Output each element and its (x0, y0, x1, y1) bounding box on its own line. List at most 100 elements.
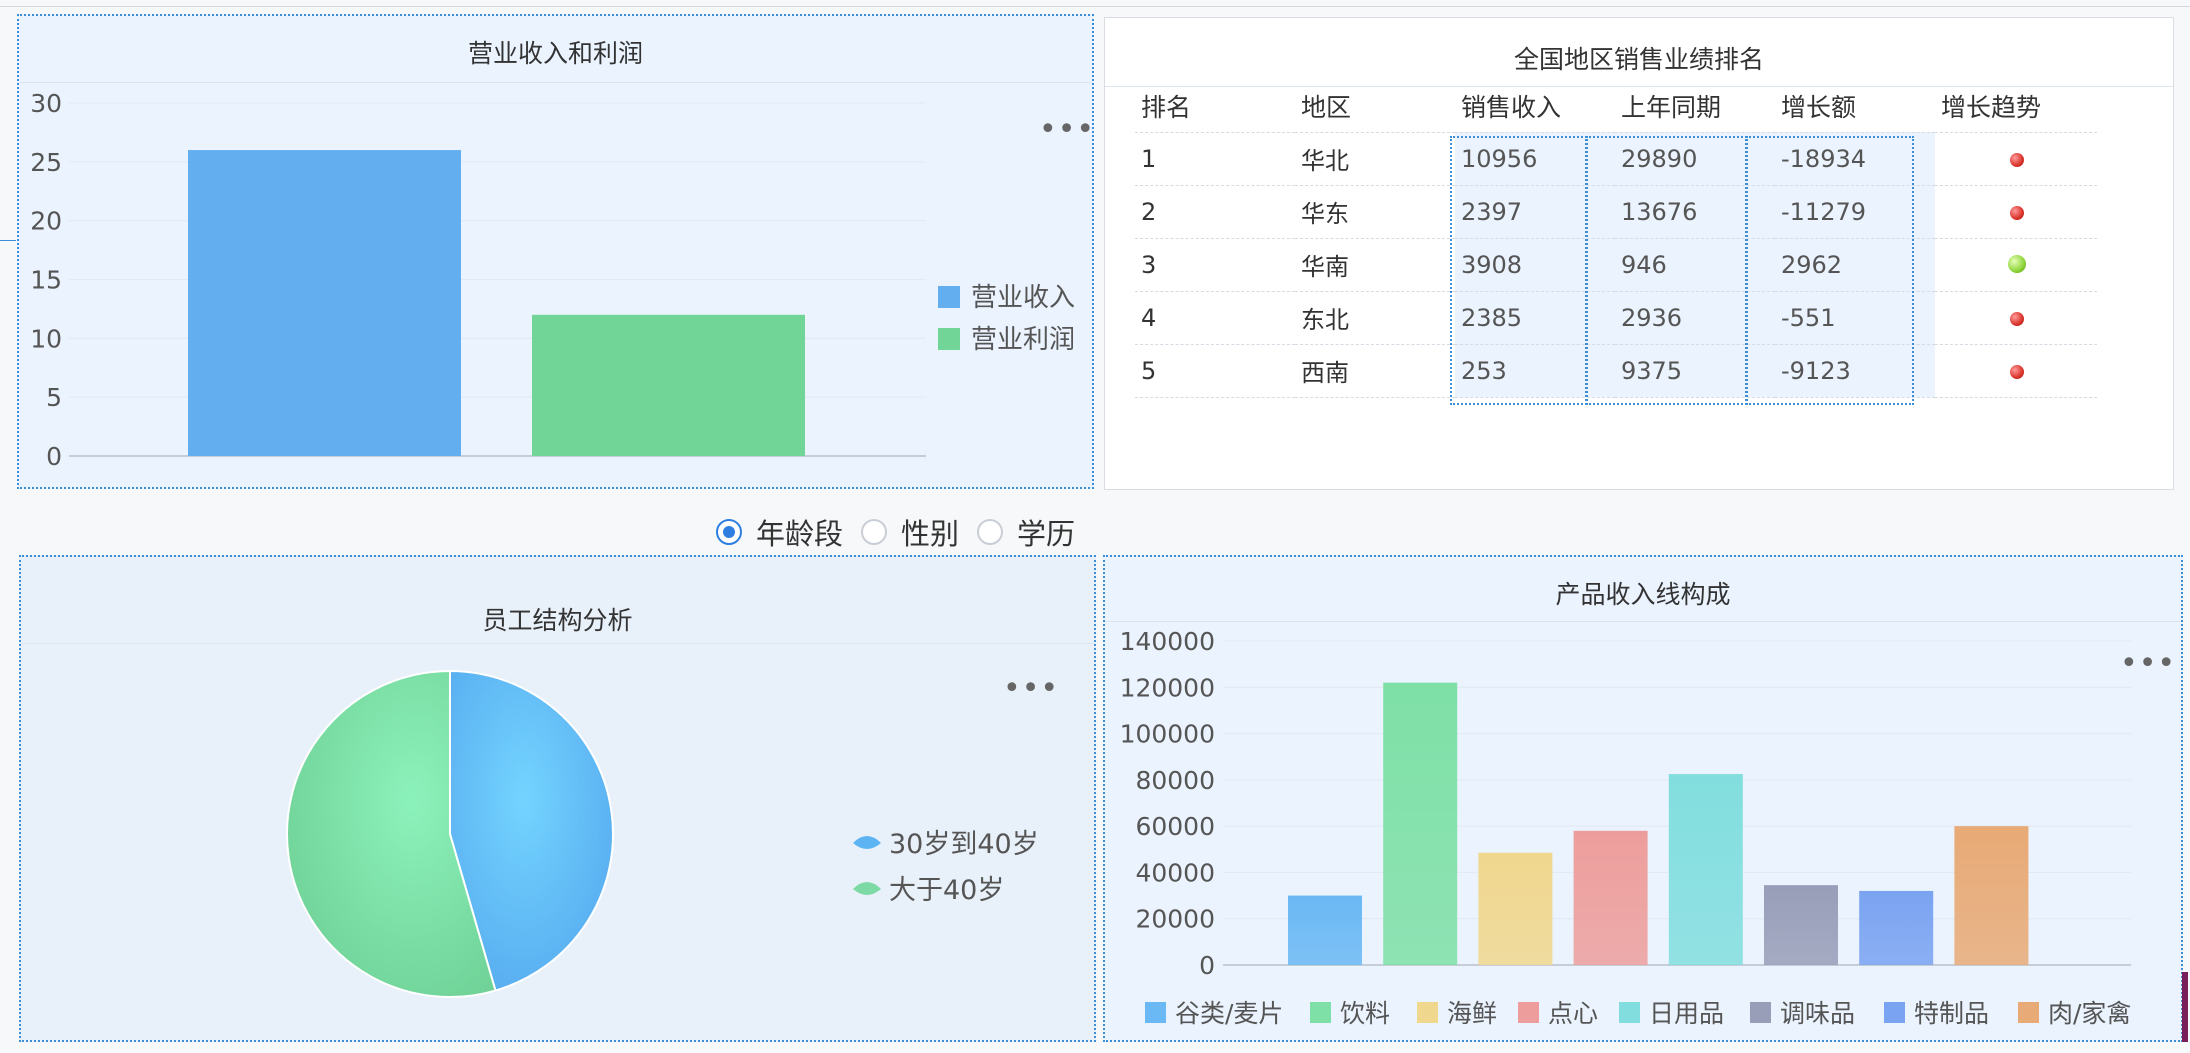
radio-age-label: 年龄段 (756, 517, 844, 551)
cell-region: 东北 (1295, 291, 1455, 345)
cell-sales: 10956 (1455, 132, 1615, 186)
legend-label: 特制品 (1914, 999, 1989, 1028)
top-divider (0, 6, 2190, 7)
legend-label: 营业收入 (971, 283, 1075, 313)
legend-label: 肉/家禽 (2048, 999, 2131, 1028)
y-tick-label: 100000 (1120, 720, 1215, 749)
radio-gender[interactable]: 性别 (861, 511, 959, 553)
y-tick-label: 15 (30, 266, 62, 295)
table-row[interactable]: 2 华东 2397 13676 -11279 (1135, 185, 2097, 239)
cell-trend (1935, 132, 2097, 186)
trend-down-icon (2010, 152, 2024, 167)
y-tick-label: 30 (30, 89, 62, 118)
y-tick-label: 5 (46, 383, 62, 412)
staff-structure-panel[interactable]: 员工结构分析 ••• 30岁到40岁 大于40岁 (19, 555, 1096, 1042)
legend-swatch (853, 836, 881, 849)
y-tick-label: 25 (30, 148, 62, 177)
staff-dimension-radio-group: 年龄段 性别 学历 (716, 511, 1093, 553)
y-tick-label: 60000 (1135, 812, 1215, 841)
legend-label: 谷类/麦片 (1175, 999, 1283, 1028)
y-tick-label: 80000 (1135, 766, 1215, 795)
y-tick-label: 140000 (1120, 627, 1215, 656)
cell-growth: 2962 (1775, 238, 1935, 292)
legend-swatch (938, 286, 960, 308)
bar-1 (532, 314, 805, 456)
radio-education-label: 学历 (1017, 517, 1076, 551)
cell-rank: 3 (1135, 238, 1295, 292)
legend-swatch (1750, 1002, 1771, 1023)
trend-up-icon (2008, 254, 2026, 273)
cell-last-year: 9375 (1615, 344, 1775, 398)
table-row[interactable]: 4 东北 2385 2936 -551 (1135, 291, 2097, 345)
trend-down-icon (2010, 364, 2024, 379)
cell-trend (1935, 291, 2097, 345)
legend-label: 日用品 (1649, 999, 1724, 1028)
product-revenue-panel[interactable]: 产品收入线构成 ••• 0 20000 40000 60000 80000 100000 1… (1103, 555, 2183, 1042)
bar-6 (1859, 890, 1934, 965)
bar-4 (1668, 774, 1743, 965)
legend-swatch (2018, 1002, 2039, 1023)
header-growth[interactable]: 增长额 (1775, 80, 1935, 133)
radio-education[interactable]: 学历 (977, 511, 1075, 553)
legend-label: 营业利润 (971, 325, 1075, 355)
header-trend[interactable]: 增长趋势 (1935, 80, 2097, 133)
y-tick-label: 0 (46, 442, 62, 471)
cell-last-year: 946 (1615, 238, 1775, 292)
radio-checked-icon[interactable] (716, 519, 742, 545)
cell-growth: -9123 (1775, 344, 1935, 398)
side-marker (0, 240, 16, 241)
cell-region: 华东 (1295, 185, 1455, 239)
cell-growth: -11279 (1775, 185, 1935, 239)
legend-label: 调味品 (1780, 999, 1855, 1028)
edge-scroll-handle[interactable] (2182, 972, 2188, 1042)
cell-sales: 253 (1455, 344, 1615, 398)
y-tick-label: 10 (30, 324, 62, 353)
ranking-table: 排名 地区 销售收入 上年同期 增长额 增长趋势 1 华北 10956 2989… (1135, 80, 2097, 398)
header-sales[interactable]: 销售收入 (1455, 80, 1615, 133)
table-row[interactable]: 1 华北 10956 29890 -18934 (1135, 132, 2097, 186)
legend-swatch (1145, 1002, 1166, 1023)
bar-0 (188, 150, 461, 457)
bar-7 (1954, 826, 2029, 965)
bar-3 (1573, 830, 1648, 965)
header-region[interactable]: 地区 (1295, 80, 1455, 133)
legend-swatch (938, 328, 960, 350)
y-tick-label: 40000 (1135, 858, 1215, 887)
y-tick-label: 120000 (1120, 673, 1215, 702)
bar-1 (1383, 682, 1458, 965)
cell-sales: 3908 (1455, 238, 1615, 292)
legend-label: 30岁到40岁 (889, 829, 1039, 860)
legend-swatch (1518, 1002, 1539, 1023)
legend-swatch (1417, 1002, 1438, 1023)
revenue-profit-panel[interactable]: 营业收入和利润 ••• 0 5 10 15 20 25 30 营业收入 营业利润 (17, 14, 1094, 489)
legend-swatch (1619, 1002, 1640, 1023)
cell-region: 华南 (1295, 238, 1455, 292)
cell-sales: 2385 (1455, 291, 1615, 345)
ranking-header-row: 排名 地区 销售收入 上年同期 增长额 增长趋势 (1135, 80, 2097, 133)
cell-growth: -551 (1775, 291, 1935, 345)
ranking-panel: 全国地区销售业绩排名 排名 地区 销售收入 上年同期 增长额 增长趋势 1 华北… (1104, 17, 2174, 490)
legend-swatch (853, 882, 881, 895)
staff-pie-chart: 30岁到40岁大于40岁 (286, 669, 1039, 998)
table-row[interactable]: 5 西南 253 9375 -9123 (1135, 344, 2097, 398)
cell-rank: 2 (1135, 185, 1295, 239)
radio-unchecked-icon[interactable] (861, 519, 888, 545)
cell-last-year: 2936 (1615, 291, 1775, 345)
legend-swatch (1884, 1002, 1905, 1023)
radio-unchecked-icon[interactable] (977, 519, 1004, 545)
ranking-panel-title: 全国地区销售业绩排名 (1513, 45, 1764, 74)
product-revenue-chart: 0 20000 40000 60000 80000 100000 120000 140000 谷… (1120, 627, 2132, 1028)
cell-rank: 4 (1135, 291, 1295, 345)
legend-label: 点心 (1548, 999, 1598, 1028)
radio-age-group[interactable]: 年龄段 (716, 511, 843, 553)
trend-down-icon (2010, 205, 2024, 220)
bar-2 (1478, 852, 1553, 965)
y-tick-label: 20000 (1135, 905, 1215, 934)
legend-label: 海鲜 (1447, 999, 1497, 1028)
cell-rank: 1 (1135, 132, 1295, 186)
table-row[interactable]: 3 华南 3908 946 2962 (1135, 238, 2097, 292)
header-rank[interactable]: 排名 (1135, 80, 1295, 133)
header-last-year[interactable]: 上年同期 (1615, 80, 1775, 133)
cell-region: 华北 (1295, 132, 1455, 186)
y-tick-label: 0 (1199, 951, 1215, 980)
